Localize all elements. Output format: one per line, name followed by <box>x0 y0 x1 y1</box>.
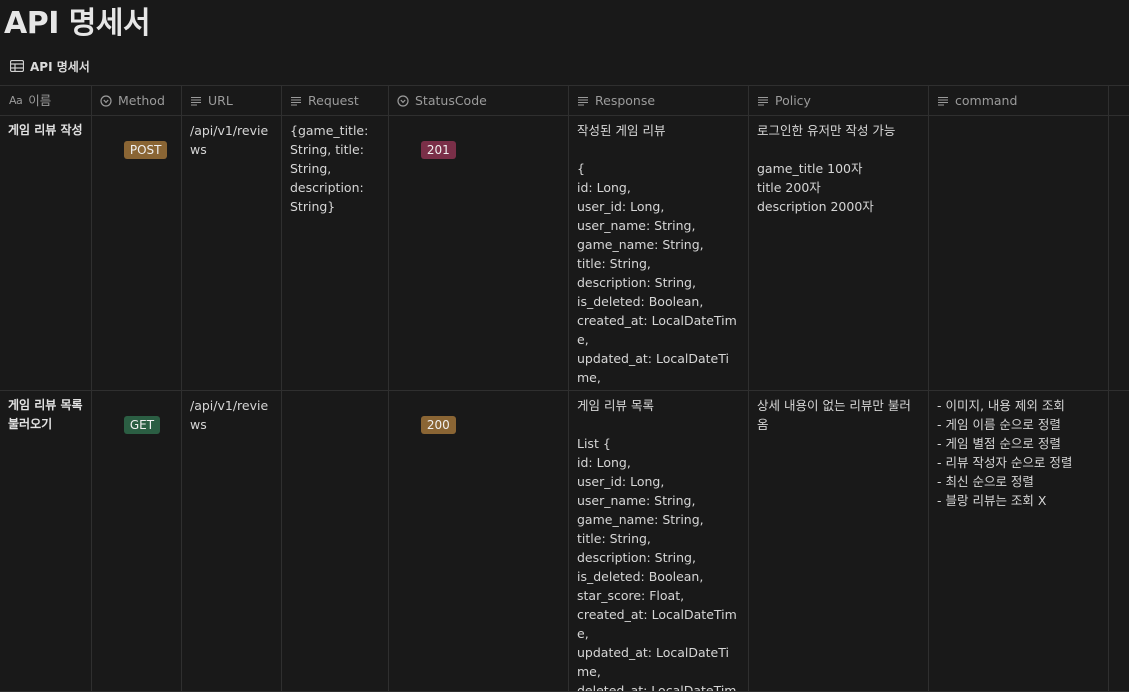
page-title: API 명세서 <box>4 6 151 41</box>
column-header-add[interactable] <box>1109 86 1129 115</box>
cell-statuscode[interactable]: 200 <box>389 391 569 691</box>
column-label: command <box>955 93 1018 108</box>
method-tag: GET <box>123 416 161 434</box>
cell-name[interactable]: 게임 리뷰 작성 <box>0 116 92 390</box>
column-header-name[interactable]: Aa 이름 <box>0 86 92 115</box>
cell-empty <box>1109 391 1129 691</box>
column-label: Request <box>308 93 359 108</box>
lines-icon <box>191 96 201 106</box>
column-header-url[interactable]: URL <box>182 86 282 115</box>
column-label: Policy <box>775 93 811 108</box>
select-icon <box>397 94 409 107</box>
column-label: URL <box>208 93 233 108</box>
view-tab-label: API 명세서 <box>30 59 90 74</box>
database-table: Aa 이름 Method URL Request StatusCode Resp… <box>0 85 1129 692</box>
table-row[interactable]: 게임 리뷰 목록 불러오기 GET /api/v1/reviews 200 게임… <box>0 391 1129 692</box>
column-header-command[interactable]: command <box>929 86 1109 115</box>
cell-url[interactable]: /api/v1/reviews <box>182 116 282 390</box>
status-tag: 201 <box>420 141 456 159</box>
column-label: Method <box>118 93 165 108</box>
cell-method[interactable]: POST <box>92 116 182 390</box>
table-icon <box>10 60 24 72</box>
cell-policy[interactable]: 로그인한 유저만 작성 가능 game_title 100자 title 200… <box>749 116 929 390</box>
cell-command[interactable]: - 이미지, 내용 제외 조회 - 게임 이름 순으로 정렬 - 게임 별점 순… <box>929 391 1109 691</box>
cell-request[interactable]: {game_title: String, title: String, desc… <box>282 116 389 390</box>
cell-command[interactable] <box>929 116 1109 390</box>
column-header-request[interactable]: Request <box>282 86 389 115</box>
status-tag: 200 <box>420 416 456 434</box>
cell-method[interactable]: GET <box>92 391 182 691</box>
cell-empty <box>1109 116 1129 390</box>
lines-icon <box>291 96 301 106</box>
column-header-method[interactable]: Method <box>92 86 182 115</box>
cell-response[interactable]: 작성된 게임 리뷰 { id: Long, user_id: Long, use… <box>569 116 749 390</box>
cell-url[interactable]: /api/v1/reviews <box>182 391 282 691</box>
select-icon <box>100 94 112 107</box>
cell-request[interactable] <box>282 391 389 691</box>
lines-icon <box>938 96 948 106</box>
column-header-statuscode[interactable]: StatusCode <box>389 86 569 115</box>
table-header: Aa 이름 Method URL Request StatusCode Resp… <box>0 86 1129 116</box>
column-label: 이름 <box>28 93 52 108</box>
column-header-response[interactable]: Response <box>569 86 749 115</box>
view-tab[interactable]: API 명세서 <box>10 56 90 76</box>
column-label: Response <box>595 93 656 108</box>
cell-name[interactable]: 게임 리뷰 목록 불러오기 <box>0 391 92 691</box>
column-label: StatusCode <box>415 93 487 108</box>
cell-response[interactable]: 게임 리뷰 목록 List { id: Long, user_id: Long,… <box>569 391 749 691</box>
column-header-policy[interactable]: Policy <box>749 86 929 115</box>
lines-icon <box>578 96 588 106</box>
cell-policy[interactable]: 상세 내용이 없는 리뷰만 불러옴 <box>749 391 929 691</box>
cell-statuscode[interactable]: 201 <box>389 116 569 390</box>
table-row[interactable]: 게임 리뷰 작성 POST /api/v1/reviews {game_titl… <box>0 116 1129 391</box>
text-aa-icon: Aa <box>9 94 23 107</box>
method-tag: POST <box>123 141 168 159</box>
lines-icon <box>758 96 768 106</box>
